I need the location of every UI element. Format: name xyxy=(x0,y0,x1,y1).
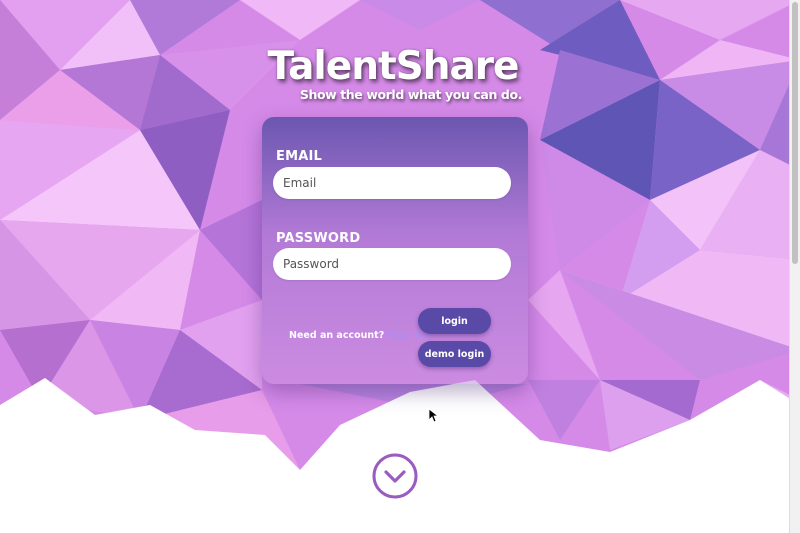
landing-page: TalentShare Show the world what you can … xyxy=(0,0,800,533)
scrollbar-thumb[interactable] xyxy=(792,2,798,264)
chevron-down-circle-icon[interactable] xyxy=(372,453,418,499)
demo-login-button[interactable]: demo login xyxy=(418,341,491,367)
brand-header: TalentShare Show the world what you can … xyxy=(262,44,524,102)
password-input[interactable] xyxy=(273,248,511,280)
scrollbar[interactable] xyxy=(789,0,800,533)
brand-tagline: Show the world what you can do. xyxy=(299,87,523,102)
signup-prompt: Need an account? xyxy=(289,330,385,341)
password-label: PASSWORD xyxy=(276,231,361,246)
login-button[interactable]: login xyxy=(418,308,491,334)
brand-title: TalentShare xyxy=(267,44,520,89)
mouse-cursor-icon xyxy=(429,409,439,423)
login-card: EMAIL PASSWORD Need an account?Sign Up! … xyxy=(262,117,528,384)
email-label: EMAIL xyxy=(276,149,322,164)
signup-row: Need an account? Sign Up! xyxy=(289,330,433,341)
email-input[interactable] xyxy=(273,167,511,199)
